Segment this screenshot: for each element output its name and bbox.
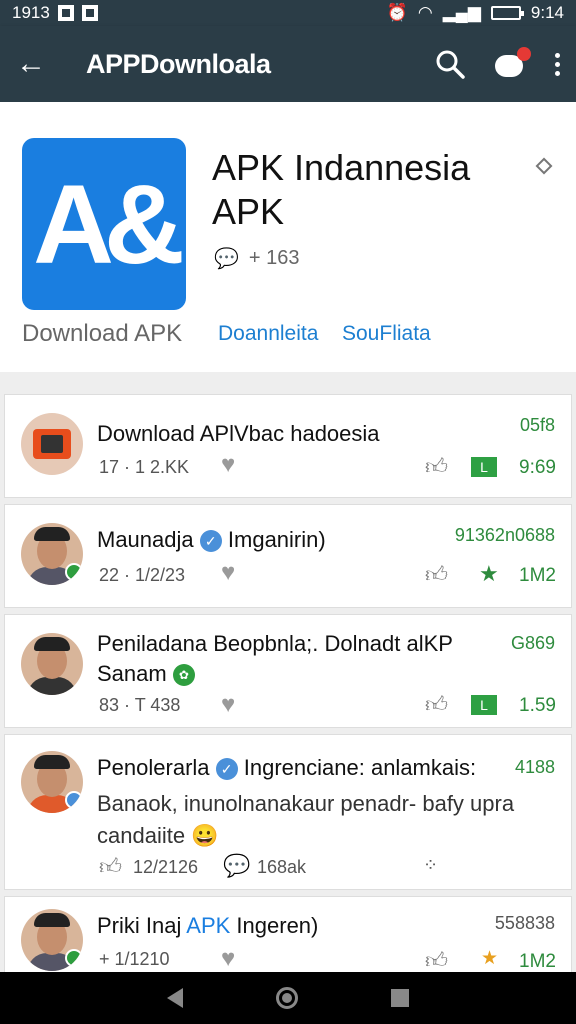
comment-count: 168ak xyxy=(257,857,307,877)
download-list: Download APlVbac hadoesia 17 · 1 2.KK ♥ … xyxy=(4,394,572,982)
item-title-line2: Sanam ✿ xyxy=(97,661,195,687)
download-link[interactable]: Doannleita xyxy=(218,322,318,346)
list-item[interactable]: Priki Inaj APK Ingeren) + 1/1210 ♥ 55883… xyxy=(4,896,572,976)
signal-icon: ▂▄▆ xyxy=(442,3,481,22)
list-item[interactable]: Download APlVbac hadoesia 17 · 1 2.KK ♥ … xyxy=(4,394,572,498)
star-icon: ★ xyxy=(479,561,499,586)
chat-notification-icon[interactable] xyxy=(495,47,531,77)
notification-dot xyxy=(517,47,531,61)
list-item[interactable]: Penolerarla ✓ Ingrenciane: anlamkais: 41… xyxy=(4,734,572,890)
app-bar: ← APPDownloala xyxy=(0,26,576,102)
status-clock: 9:14 xyxy=(530,3,564,22)
item-value: 1M2 xyxy=(519,951,556,972)
item-stat: G869 xyxy=(510,633,555,653)
verified-icon: ✓ xyxy=(215,758,238,781)
user-avatar xyxy=(21,751,83,813)
status-time: 1913 xyxy=(12,3,50,22)
item-count: 17 · 1 2.KK xyxy=(99,457,190,477)
app-name: APK Indannesia APK xyxy=(212,147,471,232)
like-count: 12/2126 xyxy=(133,857,199,877)
user-avatar xyxy=(21,909,83,971)
system-nav-bar xyxy=(0,972,576,1024)
item-title: Priki Inaj APK Ingeren) xyxy=(97,913,319,938)
app-meta: 💬 + 163 xyxy=(214,246,300,271)
heart-icon[interactable]: ♥ xyxy=(221,451,235,479)
item-value: 9:69 xyxy=(519,457,556,478)
item-title: Maunadja ✓ Imganirin) xyxy=(97,527,326,553)
item-value: 1M2 xyxy=(519,565,556,586)
heart-icon[interactable]: ♥ xyxy=(221,691,235,719)
thumbs-up-icon[interactable]: 👍︎ xyxy=(425,453,448,480)
list-item[interactable]: Maunadja ✓ Imganirin) 22 · 1/2/23 ♥ 9136… xyxy=(4,504,572,608)
heart-icon[interactable]: ♥ xyxy=(221,559,235,587)
user-avatar xyxy=(21,633,83,695)
back-arrow-icon[interactable]: ← xyxy=(16,47,56,81)
nav-home-icon[interactable] xyxy=(275,987,298,1009)
app-bar-title: APPDownloala xyxy=(86,48,271,79)
overflow-menu-icon[interactable] xyxy=(555,52,560,76)
comment-icon[interactable]: 💬 xyxy=(223,853,250,879)
download-apk-label[interactable]: Download APK xyxy=(22,320,182,348)
alarm-icon: ⏰ xyxy=(386,3,408,22)
diamond-icon[interactable] xyxy=(535,157,553,175)
item-stat: 558838 xyxy=(494,913,555,933)
item-stat: 05f8 xyxy=(519,415,555,435)
app-logo: A& xyxy=(22,138,186,310)
item-stat: 4188 xyxy=(514,757,555,777)
notification-icon xyxy=(57,5,74,21)
item-value: 1.59 xyxy=(519,695,556,716)
status-bar: 1913 ⏰ ◠ ▂▄▆ 9:14 xyxy=(0,0,576,26)
meta-count: + 163 xyxy=(248,247,300,269)
wifi-icon: ◠ xyxy=(417,3,433,22)
more-icon[interactable]: ⁘ xyxy=(423,855,438,876)
battery-icon xyxy=(490,6,524,20)
item-title: Penolerarla ✓ Ingrenciane: anlamkais: xyxy=(97,755,477,781)
item-title: Peniladana Beopbnla;. Dolnadt alKP xyxy=(97,631,453,656)
item-body-line2: candaiite 😀 xyxy=(97,823,219,848)
verified-icon: ✓ xyxy=(199,530,222,553)
comment-icon: 💬 xyxy=(214,248,239,270)
nav-recents-icon[interactable] xyxy=(391,989,410,1007)
thumbs-up-icon[interactable]: 👍︎ xyxy=(425,947,448,974)
green-badge-icon: L xyxy=(471,695,497,715)
item-title: Download APlVbac hadoesia xyxy=(97,421,380,446)
thumbs-up-icon[interactable]: 👍︎ xyxy=(425,691,448,718)
app-avatar xyxy=(21,413,83,475)
nav-back-icon[interactable] xyxy=(166,988,183,1008)
app-header-card: A& APK Indannesia APK 💬 + 163 Download A… xyxy=(0,102,576,372)
image-notification-icon xyxy=(81,5,98,21)
item-body: Banaok, inunolnanakaur penadr- bafy upra xyxy=(97,791,515,816)
thumbs-up-icon[interactable]: 👍︎ xyxy=(425,561,448,588)
leaf-badge-icon: ✿ xyxy=(172,664,195,687)
item-stat: 91362n0688 xyxy=(454,525,555,545)
green-badge-icon: L xyxy=(471,457,497,477)
source-link[interactable]: SouFliata xyxy=(342,322,431,346)
list-item[interactable]: Peniladana Beopbnla;. Dolnadt alKP Sanam… xyxy=(4,614,572,728)
heart-icon[interactable]: ♥ xyxy=(221,945,235,973)
user-avatar xyxy=(21,523,83,585)
search-icon[interactable] xyxy=(435,49,465,79)
item-count: + 1/1210 xyxy=(99,949,170,969)
smile-emoji-icon: 😀 xyxy=(191,823,219,848)
item-count: 83 · T 438 xyxy=(99,695,181,715)
thumbs-up-icon[interactable]: 👍︎ xyxy=(99,853,122,880)
item-count: 22 · 1/2/23 xyxy=(99,565,186,585)
star-icon: ★ xyxy=(481,948,499,969)
